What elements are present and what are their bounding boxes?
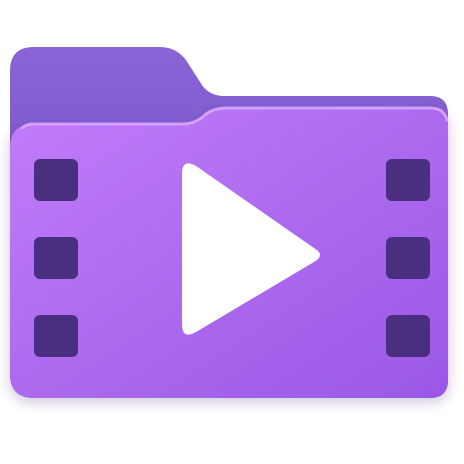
video-folder-icon — [10, 47, 449, 398]
sprocket-hole — [386, 315, 430, 357]
sprocket-hole — [34, 315, 78, 357]
sprocket-hole — [34, 237, 78, 279]
sprocket-hole — [386, 159, 430, 201]
film-sprockets-right — [386, 159, 430, 357]
film-sprockets-left — [34, 159, 78, 357]
sprocket-hole — [386, 237, 430, 279]
canvas — [0, 0, 464, 464]
sprocket-hole — [34, 159, 78, 201]
